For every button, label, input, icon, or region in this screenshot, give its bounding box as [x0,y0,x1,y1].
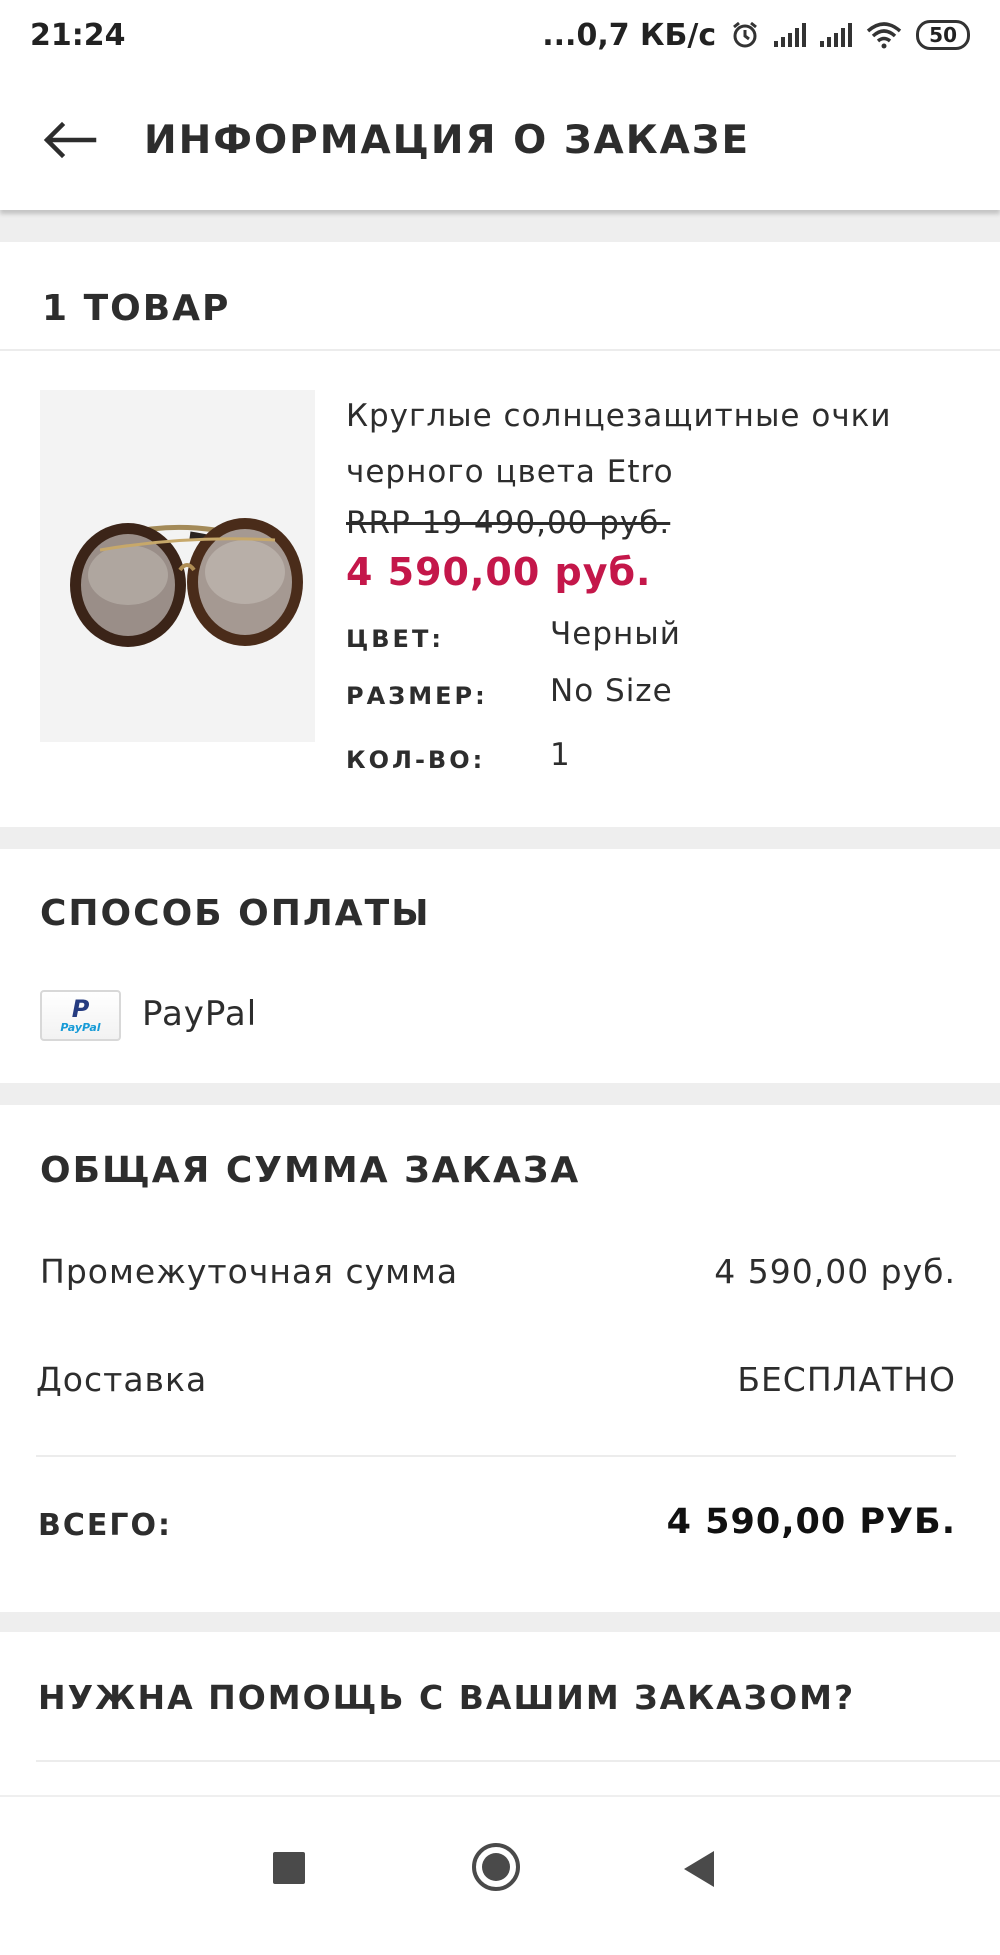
rrp-price: RRP 19 490,00 руб. [346,505,671,541]
attribute-value-size: No Size [550,673,673,709]
section-separator [0,1612,1000,1632]
total-value: 4 590,00 РУБ. [666,1502,956,1542]
divider [0,349,1000,351]
signal-icon [774,23,807,47]
section-separator [0,827,1000,849]
total-label: ВСЕГО: [38,1508,172,1543]
app-header: ИНФОРМАЦИЯ О ЗАКАЗЕ [0,70,1000,210]
delivery-label: Доставка [36,1360,208,1399]
status-time: 21:24 [30,17,126,53]
paypal-logo: P PayPal [40,990,121,1041]
help-title[interactable]: НУЖНА ПОМОЩЬ С ВАШИМ ЗАКАЗОМ? [38,1678,855,1717]
home-icon[interactable] [472,1843,520,1891]
attribute-value-color: Черный [550,616,681,652]
attribute-label-quantity: КОЛ-ВО: [346,746,486,774]
signal-icon-2 [820,23,853,47]
section-separator [0,1083,1000,1105]
sunglasses-image [40,390,315,742]
delivery-value: БЕСПЛАТНО [737,1360,956,1399]
product-image[interactable] [40,390,315,742]
subtotal-value: 4 590,00 руб. [714,1252,956,1291]
status-icons: ...0,7 КБ/с 50 [542,18,970,53]
paypal-p-icon: P [71,995,90,1023]
subtotal-label: Промежуточная сумма [40,1252,459,1291]
status-bar: 21:24 ...0,7 КБ/с 50 [0,0,1000,70]
order-summary-title: ОБЩАЯ СУММА ЗАКАЗА [40,1150,581,1191]
attribute-label-size: РАЗМЕР: [346,682,488,710]
wifi-icon [867,22,902,49]
back-arrow-icon[interactable] [42,120,98,160]
system-navigation-bar [0,1795,1000,1955]
system-back-icon[interactable] [684,1851,714,1887]
attribute-label-color: ЦВЕТ: [346,625,444,653]
network-speed: ...0,7 КБ/с [542,17,717,53]
payment-method-title: СПОСОБ ОПЛАТЫ [40,893,431,934]
payment-method-label: PayPal [142,994,258,1034]
alarm-icon [733,21,758,48]
battery-icon: 50 [916,20,970,50]
items-count-title: 1 ТОВАР [42,288,231,329]
paypal-logo-text: PayPal [60,1021,101,1034]
recent-apps-icon[interactable] [273,1852,305,1884]
section-separator [0,210,1000,242]
product-name[interactable]: Круглые солнцезащитные очки черного цвет… [346,388,906,500]
divider [36,1760,1000,1762]
attribute-value-quantity: 1 [550,737,571,773]
divider [36,1455,956,1457]
sale-price: 4 590,00 руб. [346,550,652,594]
page-title: ИНФОРМАЦИЯ О ЗАКАЗЕ [144,118,751,163]
